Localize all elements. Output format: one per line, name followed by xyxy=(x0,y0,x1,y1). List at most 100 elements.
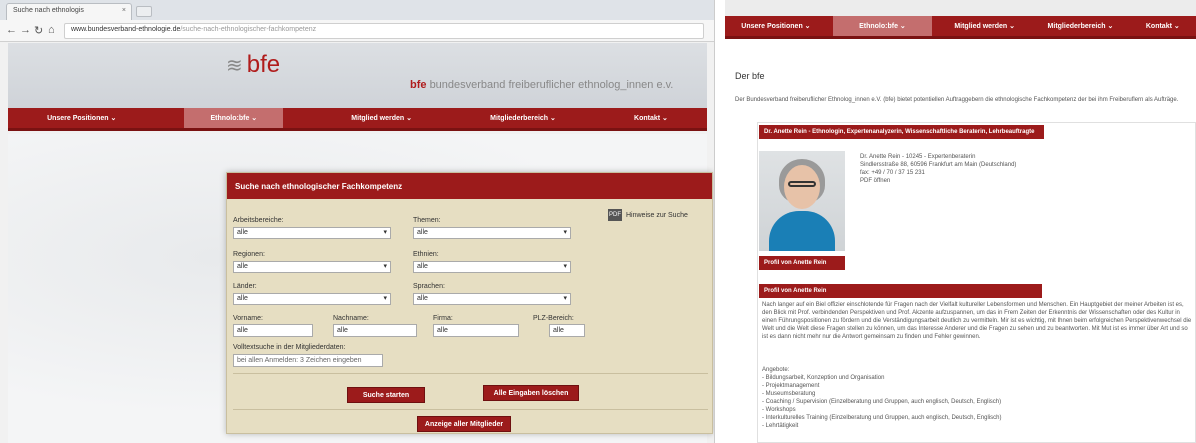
label-regionen: Regionen: xyxy=(233,251,265,258)
label-plz: PLZ-Bereich: xyxy=(533,315,574,322)
plz-input[interactable]: alle xyxy=(549,324,585,337)
divider xyxy=(233,409,708,410)
pdf-icon: PDF xyxy=(608,209,622,221)
offer-list-title: Angebote: xyxy=(762,367,790,373)
menu-item-mitglied-werden[interactable]: Mitglied werden ⌄ xyxy=(944,18,1025,34)
header-strip xyxy=(725,0,1196,16)
nachname-input[interactable]: alle xyxy=(333,324,417,337)
browser-tab[interactable]: Suche nach ethnologis × xyxy=(6,3,132,20)
label-firma: Firma: xyxy=(433,315,453,322)
search-form-heading: Suche nach ethnologischer Fachkompetenz xyxy=(227,173,712,199)
offer-list: Angebote: - Bildungsarbeit, Konzeption u… xyxy=(762,366,1192,430)
select-value: alle xyxy=(417,229,428,236)
label-sprachen: Sprachen: xyxy=(413,283,445,290)
photo-glasses xyxy=(788,181,816,187)
select-value: alle xyxy=(237,229,248,236)
list-item: - Interkulturelles Training (Einzelberat… xyxy=(762,415,1002,421)
tagline-abbr: bfe xyxy=(410,79,427,91)
menu-item-positionen[interactable]: Unsere Positionen ⌄ xyxy=(37,110,126,126)
menu-item-ethnologie[interactable]: Ethnolo:bfe ⌄ xyxy=(833,16,932,36)
select-sprachen[interactable]: alle ▾ xyxy=(413,293,571,305)
label-vorname: Vorname: xyxy=(233,315,263,322)
tab-title: Suche nach ethnologis xyxy=(13,7,84,14)
select-laender[interactable]: alle ▾ xyxy=(233,293,391,305)
menu-item-kontakt[interactable]: Kontakt ⌄ xyxy=(624,110,678,126)
site-header xyxy=(8,43,707,108)
search-page-screenshot: Suche nach ethnologis × ← → ↻ ⌂ www.bund… xyxy=(0,0,715,443)
label-nachname: Nachname: xyxy=(333,315,369,322)
site-tagline: bfe bundesverband freiberuflicher ethnol… xyxy=(410,79,673,91)
label-themen: Themen: xyxy=(413,217,441,224)
tab-close-icon[interactable]: × xyxy=(122,7,126,14)
home-icon[interactable]: ⌂ xyxy=(48,24,55,36)
tagline-text: bundesverband freiberuflicher ethnolog_i… xyxy=(429,79,674,91)
label-volltext: Volltextsuche in der Mitgliederdaten: xyxy=(233,344,346,351)
contact-line: Dr. Anette Rein - 10245 - Expertenberate… xyxy=(860,154,976,160)
list-item: - Projektmanagement xyxy=(762,383,820,389)
menu-item-ethnologie[interactable]: Ethnolo:bfe ⌄ xyxy=(184,108,284,128)
search-form: Suche nach ethnologischer Fachkompetenz … xyxy=(226,172,713,434)
dropdown-arrow-icon: ▾ xyxy=(383,229,387,236)
list-item: - Lehrtätigkeit xyxy=(762,423,799,429)
profile-header: Dr. Anette Rein - Ethnologin, Expertenan… xyxy=(759,125,1044,139)
list-item: - Museumsberatung xyxy=(762,391,816,397)
search-help-label: Hinweise zur Suche xyxy=(626,211,688,219)
new-tab-button[interactable] xyxy=(136,6,152,17)
dropdown-arrow-icon: ▾ xyxy=(563,229,567,236)
intro-text: Der Bundesverband freiberuflicher Ethnol… xyxy=(735,97,1179,103)
logo-wing-icon: ≋ xyxy=(226,55,243,77)
profile-page-screenshot: Unsere Positionen ⌄ Ethnolo:bfe ⌄ Mitgli… xyxy=(725,0,1196,443)
search-button[interactable]: Suche starten xyxy=(347,387,425,403)
menu-item-kontakt[interactable]: Kontakt ⌄ xyxy=(1136,18,1190,34)
menu-item-mitgliederbereich[interactable]: Mitgliederbereich ⌄ xyxy=(1038,18,1124,34)
volltext-input[interactable]: bei allen Anmelden: 3 Zeichen eingeben xyxy=(233,354,383,367)
select-value: alle xyxy=(237,263,248,270)
search-help-link[interactable]: PDF Hinweise zur Suche xyxy=(608,209,688,221)
logo-text: bfe xyxy=(246,51,281,78)
url-host: www.bundesverband-ethnologie.de xyxy=(71,26,181,33)
vorname-input[interactable]: alle xyxy=(233,324,313,337)
dropdown-arrow-icon: ▾ xyxy=(563,263,567,270)
select-themen[interactable]: alle ▾ xyxy=(413,227,571,239)
select-regionen[interactable]: alle ▾ xyxy=(233,261,391,273)
browser-tab-bar: Suche nach ethnologis × xyxy=(0,0,714,20)
main-menu: Unsere Positionen ⌄ Ethnolo:bfe ⌄ Mitgli… xyxy=(725,16,1196,39)
profile-link[interactable]: Profil von Anette Rein xyxy=(759,256,845,270)
profile-bio: Nach langer auf ein Biel offizier einsch… xyxy=(762,302,1192,340)
profile-contact: Dr. Anette Rein - 10245 - Expertenberate… xyxy=(860,153,1016,185)
back-icon[interactable]: ← xyxy=(6,24,17,36)
label-laender: Länder: xyxy=(233,283,257,290)
reload-icon[interactable]: ↻ xyxy=(34,24,43,37)
page-title: Der bfe xyxy=(735,71,765,81)
show-all-members-button[interactable]: Anzeige aller Mitglieder xyxy=(417,416,511,432)
contact-line: Sindlersstraße 88, 60596 Frankfurt am Ma… xyxy=(860,162,1017,168)
menu-item-positionen[interactable]: Unsere Positionen ⌄ xyxy=(731,18,820,34)
site-logo[interactable]: ≋ bfe xyxy=(226,51,280,79)
url-field[interactable]: www.bundesverband-ethnologie.de/suche-na… xyxy=(64,23,704,39)
menu-item-mitglied-werden[interactable]: Mitglied werden ⌄ xyxy=(341,110,422,126)
select-value: alle xyxy=(417,295,428,302)
pdf-link[interactable]: PDF öffnen xyxy=(860,177,1016,185)
dropdown-arrow-icon: ▾ xyxy=(563,295,567,302)
contact-line: fax: +49 / 70 / 37 15 231 xyxy=(860,170,925,176)
label-arbeitsbereiche: Arbeitsbereiche: xyxy=(233,217,284,224)
select-arbeitsbereiche[interactable]: alle ▾ xyxy=(233,227,391,239)
forward-icon[interactable]: → xyxy=(20,24,31,36)
select-ethnien[interactable]: alle ▾ xyxy=(413,261,571,273)
dropdown-arrow-icon: ▾ xyxy=(383,295,387,302)
dropdown-arrow-icon: ▾ xyxy=(383,263,387,270)
photo-face xyxy=(784,165,820,209)
url-path: /suche-nach-ethnologischer-fachkompetenz xyxy=(180,26,317,33)
menu-item-mitgliederbereich[interactable]: Mitgliederbereich ⌄ xyxy=(480,110,566,126)
main-menu: Unsere Positionen ⌄ Ethnolo:bfe ⌄ Mitgli… xyxy=(8,108,707,131)
label-ethnien: Ethnien: xyxy=(413,251,439,258)
list-item: - Workshops xyxy=(762,407,796,413)
reset-button[interactable]: Alle Eingaben löschen xyxy=(483,385,579,401)
list-item: - Coaching / Supervision (Einzelberatung… xyxy=(762,399,1002,405)
divider xyxy=(233,373,708,374)
profile-photo xyxy=(759,151,845,251)
photo-body xyxy=(769,211,835,251)
firma-input[interactable]: alle xyxy=(433,324,519,337)
profile-subheader: Profil von Anette Rein xyxy=(759,284,1042,298)
list-item: - Bildungsarbeit, Konzeption und Organis… xyxy=(762,375,885,381)
